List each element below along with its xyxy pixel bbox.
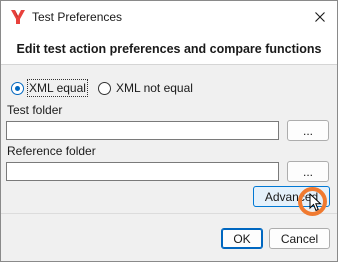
test-folder-input[interactable]	[6, 121, 279, 140]
reference-folder-input[interactable]	[6, 162, 279, 181]
ok-button[interactable]: OK	[221, 228, 263, 249]
app-logo-icon	[11, 10, 25, 24]
cancel-button[interactable]: Cancel	[269, 228, 330, 249]
title-bar: Test Preferences	[1, 1, 337, 33]
close-icon[interactable]	[307, 4, 333, 30]
xml-equal-label: XML equal	[27, 79, 88, 97]
reference-folder-browse-button[interactable]: ...	[287, 161, 329, 182]
test-folder-label: Test folder	[7, 103, 63, 117]
test-preferences-dialog: Test Preferences Edit test action prefer…	[0, 0, 338, 262]
radio-unselected-indicator[interactable]	[98, 81, 111, 95]
reference-folder-label: Reference folder	[7, 144, 96, 158]
xml-equal-radio[interactable]: XML equal	[11, 79, 88, 97]
test-folder-browse-button[interactable]: ...	[287, 120, 329, 141]
header-description: Edit test action preferences and compare…	[16, 42, 322, 56]
advanced-button[interactable]: Advanced	[253, 186, 330, 207]
window-title: Test Preferences	[32, 10, 123, 24]
footer-separator	[1, 213, 337, 214]
dialog-header: Edit test action preferences and compare…	[1, 33, 337, 65]
xml-not-equal-radio[interactable]: XML not equal	[98, 81, 193, 95]
xml-not-equal-label: XML not equal	[116, 81, 193, 95]
radio-selected-indicator[interactable]	[11, 81, 24, 95]
